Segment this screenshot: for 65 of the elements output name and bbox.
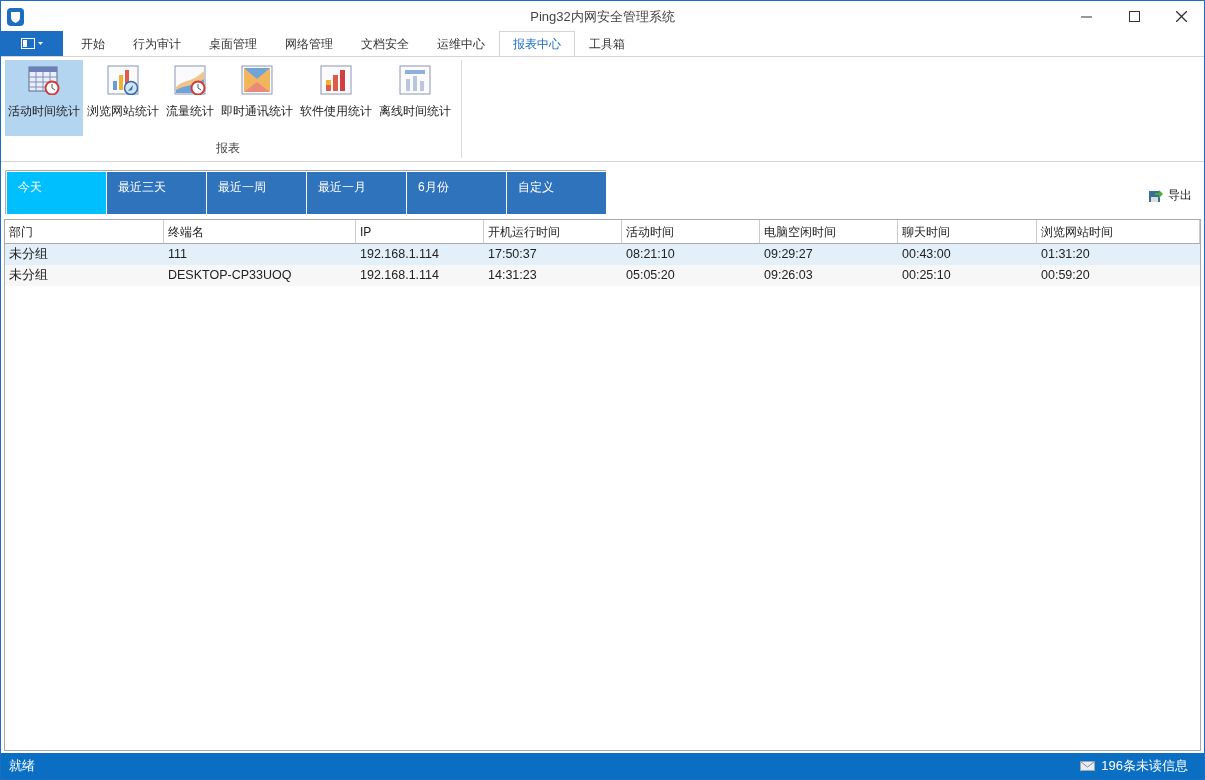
chart-icon [399,65,431,95]
table-cell-text: 192.168.1.114 [359,246,440,264]
ribbon-button[interactable]: 活动时间统计 [5,60,83,136]
menu-tab[interactable]: 桌面管理 [195,31,271,56]
chart-icon [107,65,139,95]
ribbon-button[interactable]: 软件使用统计 [297,60,375,136]
window-title: Ping32内网安全管理系统 [530,7,675,26]
column-header[interactable]: IP [356,220,484,243]
column-header[interactable]: 电脑空闲时间 [760,220,898,243]
minimize-icon[interactable] [1081,15,1092,18]
close-icon[interactable] [1176,11,1187,22]
chart-icon [241,65,273,95]
table-cell-text: 111 [167,246,188,264]
panel-icon [21,38,35,49]
ribbon-button[interactable]: 即时通讯统计 [218,60,296,136]
period-tab[interactable]: 最近三天 [107,172,206,214]
table-cell-text: 00:43:00 [901,246,952,264]
period-tab[interactable]: 最近一周 [207,172,306,214]
table-cell-text: 17:50:37 [487,246,538,264]
menu-tab[interactable]: 网络管理 [271,31,347,56]
table-cell-text: 01:31:20 [1040,246,1091,264]
table-cell-text: 192.168.1.114 [359,267,440,285]
menu-tab[interactable]: 运维中心 [423,31,499,56]
period-tab[interactable]: 自定义 [507,172,606,214]
table-cell-text: 08:21:10 [625,246,676,264]
export-button[interactable]: 导出 [1148,186,1192,204]
chart-icon [174,65,206,95]
menu-tab[interactable]: 开始 [67,31,119,56]
table-cell-text: 09:29:27 [763,246,814,264]
table-cell-text: 09:26:03 [763,267,814,285]
ribbon-button[interactable]: 流量统计 [163,60,217,136]
table-cell-text: 未分组 [8,246,49,264]
export-icon [1148,187,1164,203]
menu-tab[interactable]: 报表中心 [499,31,575,56]
envelope-icon[interactable] [1080,761,1096,771]
table-cell-text: 未分组 [8,267,49,285]
column-header[interactable]: 终端名 [164,220,356,243]
table-cell-text: 14:31:23 [487,267,538,285]
menu-tab[interactable]: 文档安全 [347,31,423,56]
ribbon-group-label: 报表 [215,140,240,157]
maximize-icon[interactable] [1129,11,1140,22]
column-header[interactable]: 活动时间 [622,220,760,243]
column-header[interactable]: 开机运行时间 [484,220,622,243]
table-row[interactable]: 未分组 DESKTOP-CP33UOQ 192.168.1.114 14:31:23 05:05:20 09:26:03 00:25:10 00:59:20 [5,265,1200,286]
period-tab[interactable]: 最近一月 [307,172,406,214]
table-row[interactable]: 未分组 111 192.168.1.114 17:50:37 08:21:10 09:29:27 00:43:00 01:31:20 [5,244,1200,265]
table-cell-text: 00:59:20 [1040,267,1091,285]
period-tab[interactable]: 6月份 [407,172,506,214]
caret-icon [38,42,43,45]
column-header[interactable]: 浏览网站时间 [1037,220,1200,243]
shield-logo-icon [7,7,24,26]
ribbon-button[interactable]: 离线时间统计 [376,60,454,136]
column-header[interactable]: 部门 [5,220,164,243]
column-header[interactable]: 聊天时间 [898,220,1037,243]
status-text: 就绪 [9,757,35,776]
unread-messages-link[interactable]: 196条未读信息 [1101,756,1188,776]
chart-icon [28,65,60,95]
menu-tab[interactable]: 工具箱 [575,31,639,56]
menu-tab[interactable]: 行为审计 [119,31,195,56]
table-cell-text: 00:25:10 [901,267,952,285]
ribbon-button[interactable]: 浏览网站统计 [84,60,162,136]
app-menu-button[interactable] [1,31,63,56]
table-cell-text: DESKTOP-CP33UOQ [167,267,293,285]
table-cell-text: 05:05:20 [625,267,676,285]
chart-icon [320,65,352,95]
